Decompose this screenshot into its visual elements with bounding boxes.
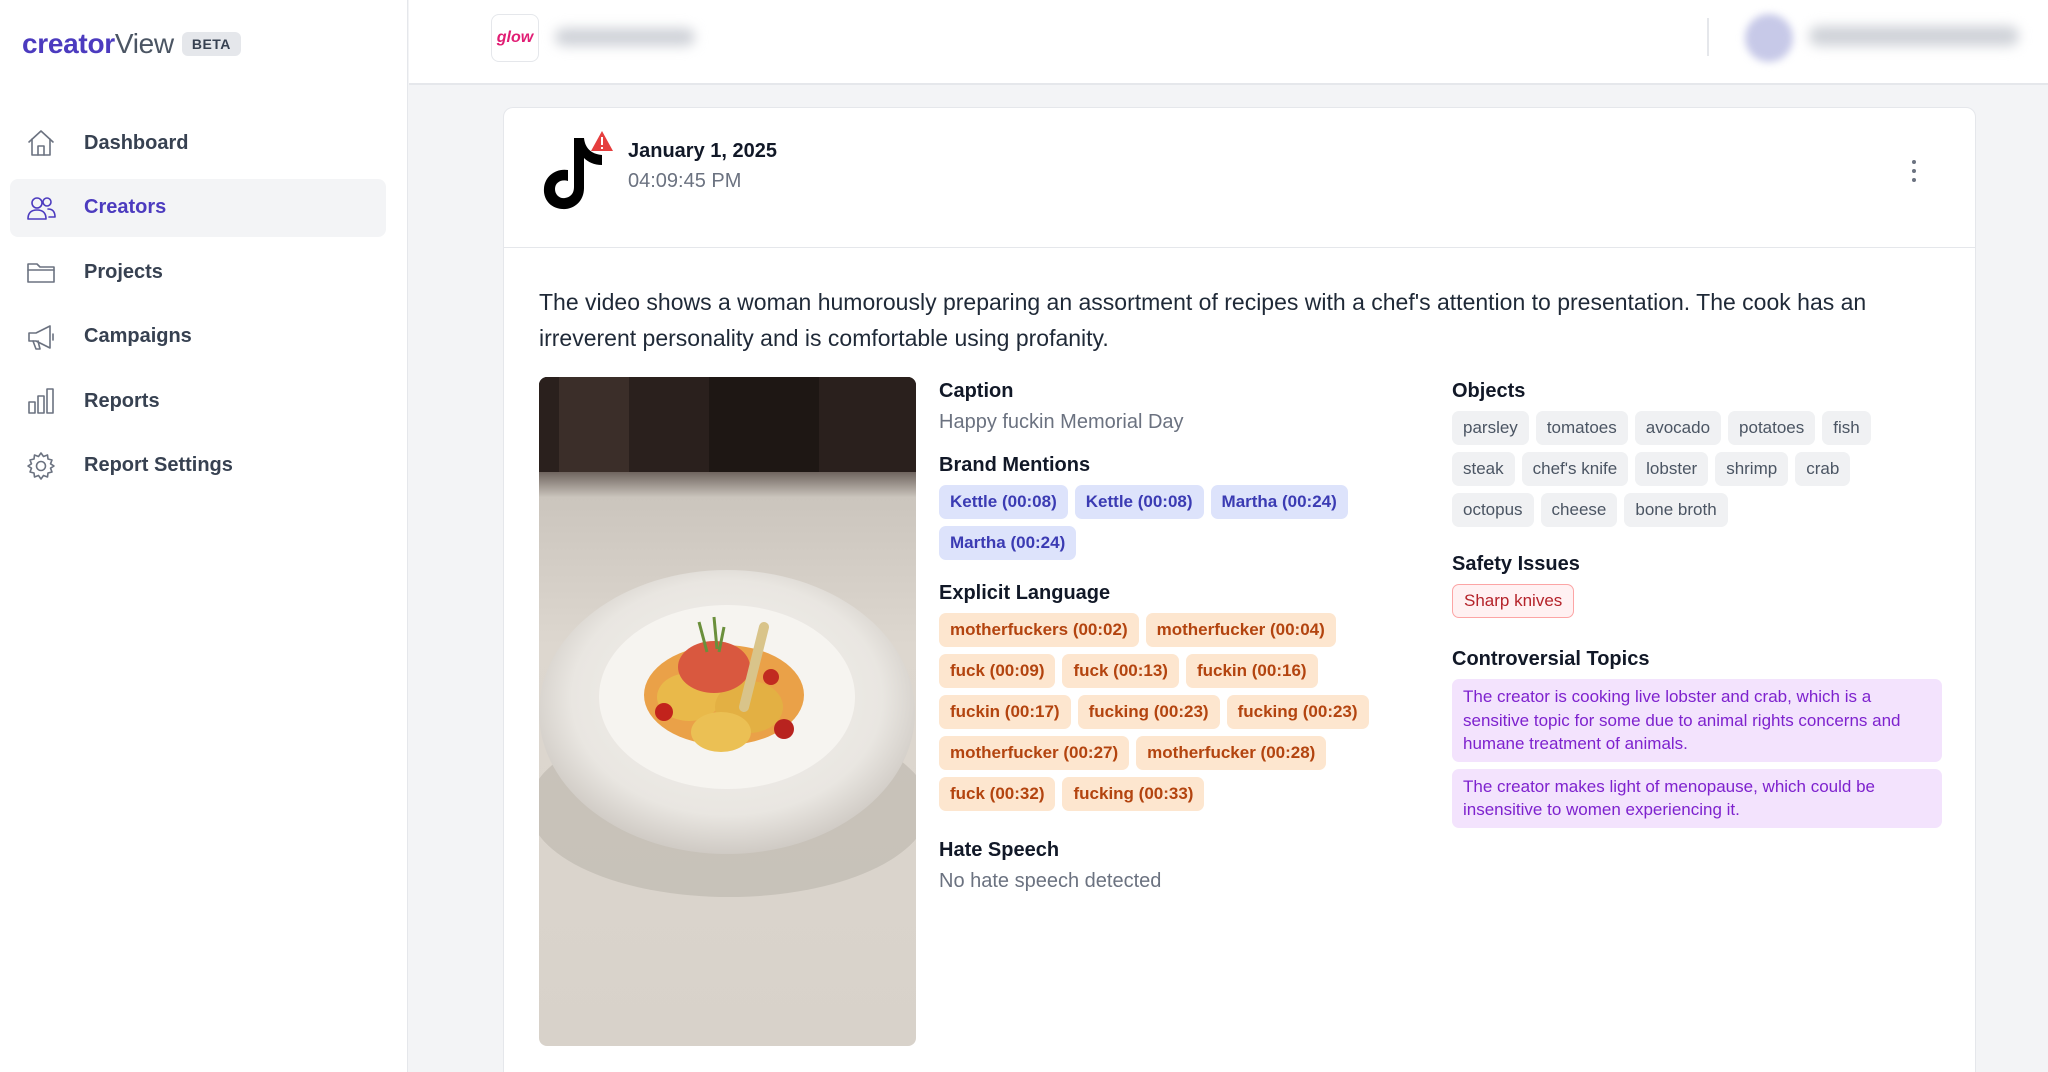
caption-title: Caption: [939, 380, 1014, 402]
sidebar-item-projects[interactable]: Projects: [10, 243, 386, 301]
safety-issues-list: Sharp knives: [1452, 584, 1942, 618]
sidebar-item-reports[interactable]: Reports: [10, 372, 386, 430]
post-date: January 1, 2025: [628, 140, 777, 162]
object-tag[interactable]: parsley: [1452, 411, 1529, 445]
object-tag[interactable]: lobster: [1635, 452, 1709, 486]
object-tag[interactable]: octopus: [1452, 493, 1534, 527]
sidebar-item-label: Dashboard: [84, 131, 189, 154]
sidebar-item-label: Projects: [84, 260, 163, 283]
object-tag[interactable]: potatoes: [1728, 411, 1816, 445]
brand-name-redacted[interactable]: [555, 28, 695, 46]
object-tag[interactable]: bone broth: [1624, 493, 1728, 527]
avatar[interactable]: [1745, 14, 1793, 62]
video-summary: The video shows a woman humorously prepa…: [539, 289, 1867, 351]
brand-mention-tag[interactable]: Martha (00:24): [1210, 485, 1348, 519]
explicit-term-tag[interactable]: fucking (00:23): [1226, 695, 1369, 729]
controversial-topics-section: Controversial Topics The creator is cook…: [1452, 648, 1942, 828]
logo-part-creator: creator: [22, 28, 115, 59]
folder-icon: [24, 255, 58, 289]
object-tag[interactable]: avocado: [1634, 411, 1722, 445]
sidebar-nav: Dashboard Creators Projects Campaigns Re…: [10, 114, 386, 501]
users-icon: [24, 191, 58, 225]
objects-title: Objects: [1452, 380, 1526, 402]
hate-speech-section: Hate Speech No hate speech detected: [939, 839, 1409, 893]
brand-mentions-list: Kettle (00:08) Kettle (00:08) Martha (00…: [939, 485, 1409, 560]
brand-logo[interactable]: glow: [491, 14, 539, 62]
explicit-term-tag[interactable]: fucking (00:23): [1077, 695, 1220, 729]
sidebar-item-dashboard[interactable]: Dashboard: [10, 114, 386, 172]
explicit-term-tag[interactable]: fuckin (00:16): [1185, 654, 1318, 688]
more-options-icon[interactable]: [1909, 160, 1919, 188]
brand-logo-text: glow: [496, 29, 534, 46]
top-bar: glow: [409, 0, 2048, 85]
sidebar-item-label: Report Settings: [84, 454, 233, 476]
objects-list: parsley tomatoes avocado potatoes fish s…: [1452, 411, 1902, 527]
home-icon: [24, 126, 58, 160]
hate-speech-text: No hate speech detected: [939, 870, 1162, 892]
gear-icon: [24, 449, 58, 483]
object-tag[interactable]: shrimp: [1715, 452, 1789, 486]
explicit-language-title: Explicit Language: [939, 582, 1111, 604]
post-card: January 1, 2025 04:09:45 PM The video sh…: [503, 107, 1976, 1072]
food-plate-image: [539, 377, 916, 897]
controversial-topic-item[interactable]: The creator is cooking live lobster and …: [1452, 679, 1942, 762]
post-time: 04:09:45 PM: [628, 170, 742, 192]
beta-badge: BETA: [181, 32, 241, 56]
post-header: January 1, 2025 04:09:45 PM: [504, 108, 1975, 248]
megaphone-icon: [24, 320, 58, 354]
analysis-middle-column: Caption Happy fuckin Memorial Day Brand …: [939, 380, 1409, 893]
object-tag[interactable]: fish: [1822, 411, 1871, 445]
sidebar-item-report-settings[interactable]: Report Settings: [10, 437, 386, 495]
explicit-language-list: motherfuckers (00:02) motherfucker (00:0…: [939, 613, 1409, 811]
explicit-term-tag[interactable]: motherfucker (00:04): [1145, 613, 1336, 647]
safety-issues-section: Safety Issues Sharp knives: [1452, 553, 1942, 618]
explicit-term-tag[interactable]: motherfuckers (00:02): [939, 613, 1139, 647]
caption-text: Happy fuckin Memorial Day: [939, 411, 1184, 433]
explicit-language-section: Explicit Language motherfuckers (00:02) …: [939, 582, 1409, 811]
explicit-term-tag[interactable]: fuckin (00:17): [939, 695, 1071, 729]
caption-section: Caption Happy fuckin Memorial Day: [939, 380, 1409, 434]
sidebar: creator View BETA Dashboard Creators Proj…: [0, 0, 408, 1072]
warning-icon: [591, 131, 613, 151]
hate-speech-title: Hate Speech: [939, 839, 1060, 861]
brand-mentions-title: Brand Mentions: [939, 454, 1091, 476]
topbar-divider: [1707, 18, 1709, 56]
sidebar-item-creators[interactable]: Creators: [10, 178, 386, 237]
sidebar-item-campaigns[interactable]: Campaigns: [10, 308, 386, 366]
explicit-term-tag[interactable]: fucking (00:33): [1062, 777, 1205, 811]
explicit-term-tag[interactable]: fuck (00:32): [939, 777, 1056, 811]
explicit-term-tag[interactable]: fuck (00:09): [939, 654, 1056, 688]
controversial-topics-title: Controversial Topics: [1452, 648, 1650, 670]
user-name-redacted[interactable]: [1809, 26, 2019, 46]
explicit-term-tag[interactable]: motherfucker (00:28): [1136, 736, 1327, 770]
video-thumbnail[interactable]: [539, 377, 916, 1046]
object-tag[interactable]: steak: [1452, 452, 1515, 486]
brand-mention-tag[interactable]: Kettle (00:08): [939, 485, 1068, 519]
brand-mention-tag[interactable]: Kettle (00:08): [1074, 485, 1204, 519]
sidebar-item-label: Reports: [84, 389, 160, 412]
bar-chart-icon: [24, 384, 58, 418]
explicit-term-tag[interactable]: motherfucker (00:27): [939, 736, 1130, 770]
object-tag[interactable]: cheese: [1540, 493, 1618, 527]
safety-issue-tag[interactable]: Sharp knives: [1452, 584, 1575, 618]
object-tag[interactable]: chef's knife: [1521, 452, 1629, 486]
controversial-topic-item[interactable]: The creator makes light of menopause, wh…: [1452, 768, 1942, 828]
object-tag[interactable]: crab: [1795, 452, 1851, 486]
explicit-term-tag[interactable]: fuck (00:13): [1062, 654, 1179, 688]
object-tag[interactable]: tomatoes: [1535, 411, 1628, 445]
safety-issues-title: Safety Issues: [1452, 553, 1580, 575]
sidebar-item-label: Campaigns: [84, 325, 192, 347]
logo-part-view: View: [114, 28, 174, 59]
sidebar-item-label: Creators: [84, 196, 167, 218]
analysis-right-column: Objects parsley tomatoes avocado potatoe…: [1452, 380, 1942, 835]
objects-section: Objects parsley tomatoes avocado potatoe…: [1452, 380, 1942, 527]
brand-mention-tag[interactable]: Martha (00:24): [939, 526, 1077, 560]
app-logo[interactable]: creator View BETA: [22, 28, 241, 60]
brand-mentions-section: Brand Mentions Kettle (00:08) Kettle (00…: [939, 454, 1409, 560]
